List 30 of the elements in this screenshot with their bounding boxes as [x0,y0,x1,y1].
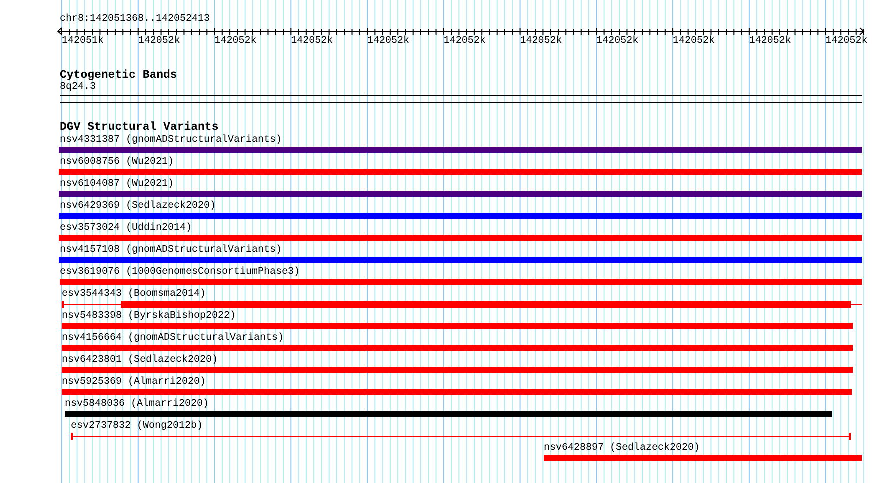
ruler-tick-label: 142052k [596,36,639,48]
track-title: DGV Structural Variants [60,121,219,134]
variant-label: esv3544343 (Boomsma2014) [62,289,206,301]
variant-label: nsv4157108 (gnomADStructuralVariants) [60,245,282,257]
track-title: Cytogenetic Bands [60,69,178,82]
variant-label: esv3573024 (Uddin2014) [60,223,192,235]
variant-label: nsv6008756 (Wu2021) [60,157,174,169]
ruler-tick-label: 142052k [444,36,486,48]
variant-label: nsv6429369 (Sedlazeck2020) [60,201,216,213]
variant-label: nsv5848036 (Almarri2020) [65,399,210,411]
ruler-tick-label: 142052k [826,36,868,48]
ruler-tick-label: 142051k [62,36,104,48]
location-label: chr8:142051368..142052413 [60,14,210,26]
variant-label: nsv6104087 (Wu2021) [60,179,174,191]
variant-label: nsv4331387 (gnomADStructuralVariants) [60,135,282,147]
variant-label: esv2737832 (Wong2012b) [71,421,204,433]
ruler-tick-label: 142052k [138,36,180,48]
ruler-tick-label: 142052k [291,36,334,48]
variant-label: esv3619076 (1000GenomesConsortiumPhase3) [60,267,300,279]
variant-label: nsv5483398 (ByrskaBishop2022) [62,311,236,323]
ruler-tick-label: 142052k [749,36,792,48]
ruler-tick-label: 142052k [214,36,257,48]
variant-label: nsv4156664 (gnomADStructuralVariants) [62,333,284,345]
band-label: 8q24.3 [60,82,96,94]
ruler-tick-label: 142052k [673,36,716,48]
ruler-tick-label: 142052k [368,36,410,48]
variant-label: nsv6423801 (Sedlazeck2020) [62,355,218,367]
variant-label: nsv6428897 (Sedlazeck2020) [544,443,700,455]
variant-label: nsv5925369 (Almarri2020) [62,377,206,389]
ruler-tick-label: 142052k [520,36,562,48]
